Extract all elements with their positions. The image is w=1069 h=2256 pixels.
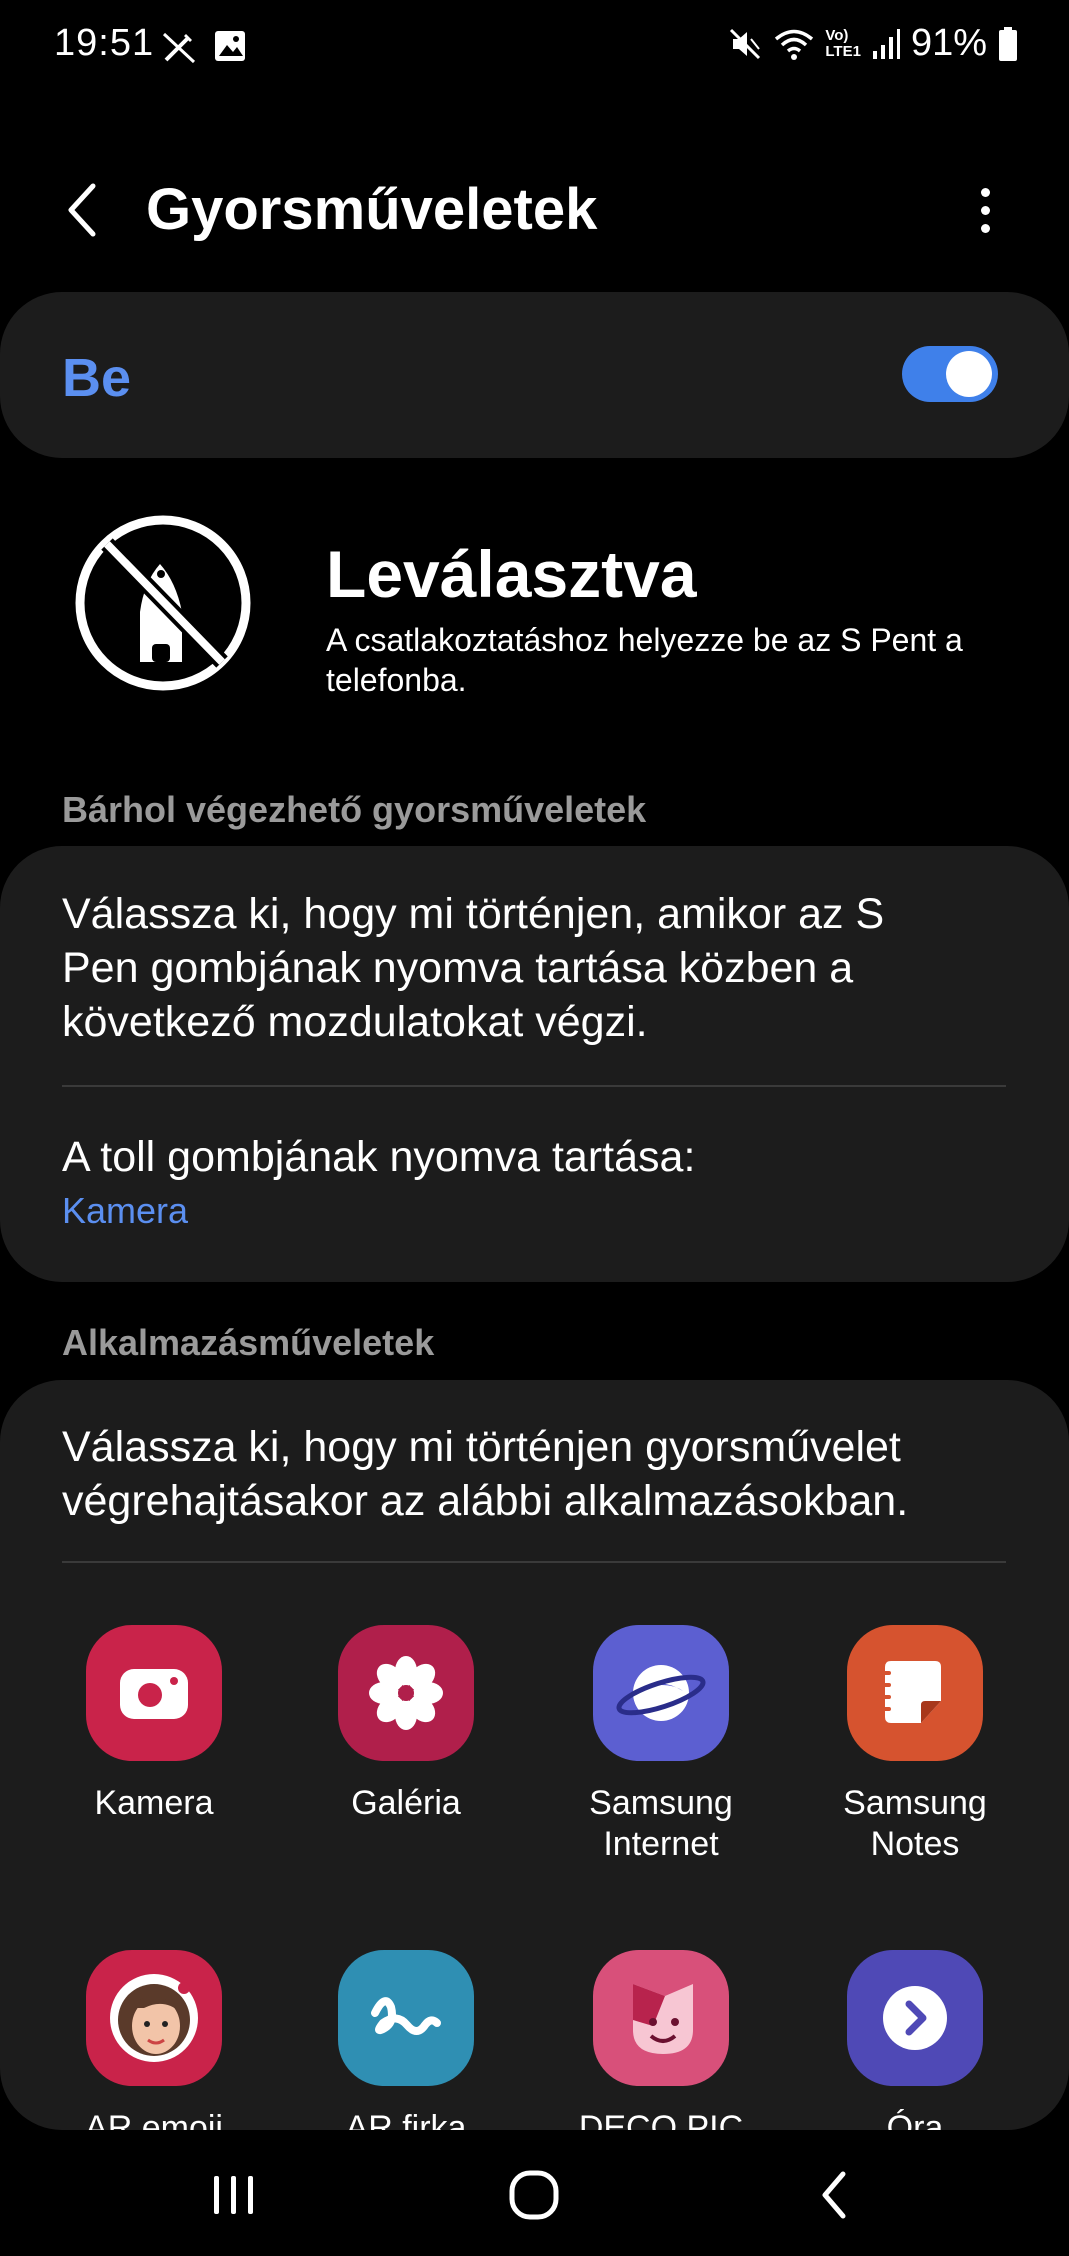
deco-pic-icon <box>593 1950 729 2086</box>
image-icon <box>215 31 245 61</box>
anywhere-actions-description[interactable]: Válassza ki, hogy mi történjen, amikor a… <box>62 887 962 1049</box>
clock-icon <box>847 1950 983 2086</box>
section-app-actions: Alkalmazásműveletek <box>62 1322 435 1363</box>
volte-icon: Vo) LTE1 <box>825 26 861 60</box>
home-icon <box>509 2170 559 2220</box>
planet-icon <box>593 1625 729 1761</box>
chevron-left-icon <box>68 183 96 237</box>
app-deco-pic[interactable]: DECO PIC <box>551 1950 771 2149</box>
more-dot <box>980 223 990 233</box>
ar-doodle-icon <box>338 1950 474 2086</box>
battery-percent: 91% <box>910 22 987 64</box>
volte-line2: LTE1 <box>825 42 861 60</box>
more-dot <box>980 205 990 215</box>
pen-status-description: A csatlakoztatáshoz helyezze be az S Pen… <box>326 622 963 698</box>
app-label: Samsung Internet <box>589 1784 733 1863</box>
status-right: Vo) LTE1 91% <box>727 22 1019 65</box>
app-label: Galéria <box>351 1784 461 1822</box>
back-nav-button[interactable] <box>794 2162 874 2228</box>
app-actions-description: Válassza ki, hogy mi történjen gyorsműve… <box>62 1423 909 1525</box>
hold-button-value: Kamera <box>62 1190 189 1231</box>
app-ar-emoji[interactable]: AR emoji <box>44 1950 264 2149</box>
status-left-icons <box>160 28 248 66</box>
pen-status-title: Leválasztva <box>326 537 697 611</box>
master-toggle[interactable] <box>902 346 998 402</box>
app-samsung-notes[interactable]: Samsung Notes <box>805 1625 1025 1865</box>
app-label: Samsung Notes <box>843 1784 987 1863</box>
app-ar-doodle[interactable]: AR firka <box>296 1950 516 2149</box>
battery-icon <box>999 26 1017 61</box>
more-dot <box>980 187 990 197</box>
app-camera[interactable]: Kamera <box>44 1625 264 1824</box>
volte-line1: Vo) <box>825 26 849 44</box>
section-anywhere-actions: Bárhol végezhető gyorsműveletek <box>62 789 647 830</box>
mute-icon <box>730 28 761 59</box>
home-button[interactable] <box>494 2162 574 2228</box>
app-label: Kamera <box>94 1784 214 1822</box>
toggle-knob <box>946 351 992 397</box>
page-title: Gyorsműveletek <box>146 177 598 242</box>
hold-button-label: A toll gombjának nyomva tartása: <box>62 1133 696 1181</box>
app-samsung-internet[interactable]: Samsung Internet <box>551 1625 771 1865</box>
camera-icon <box>86 1625 222 1761</box>
divider <box>62 1561 1006 1563</box>
more-options-button[interactable] <box>960 180 1010 240</box>
app-gallery[interactable]: Galéria <box>296 1625 516 1824</box>
signal-icon <box>872 28 900 59</box>
hold-button-setting[interactable]: A toll gombjának nyomva tartása: Kamera <box>62 1130 1006 1232</box>
wifi-icon <box>775 29 814 60</box>
flower-icon <box>338 1625 474 1761</box>
back-button[interactable] <box>56 180 108 240</box>
no-pen-icon <box>162 32 196 64</box>
recents-icon <box>214 2176 253 2214</box>
notes-icon <box>847 1625 983 1761</box>
master-switch-label: Be <box>62 348 132 408</box>
back-nav-icon <box>822 2171 846 2219</box>
app-clock[interactable]: Óra <box>805 1950 1025 2149</box>
pen-disconnected-icon <box>75 515 251 691</box>
divider <box>62 1085 1006 1087</box>
recents-button[interactable] <box>194 2162 274 2228</box>
ar-emoji-icon <box>86 1950 222 2086</box>
status-time: 19:51 <box>54 22 155 64</box>
